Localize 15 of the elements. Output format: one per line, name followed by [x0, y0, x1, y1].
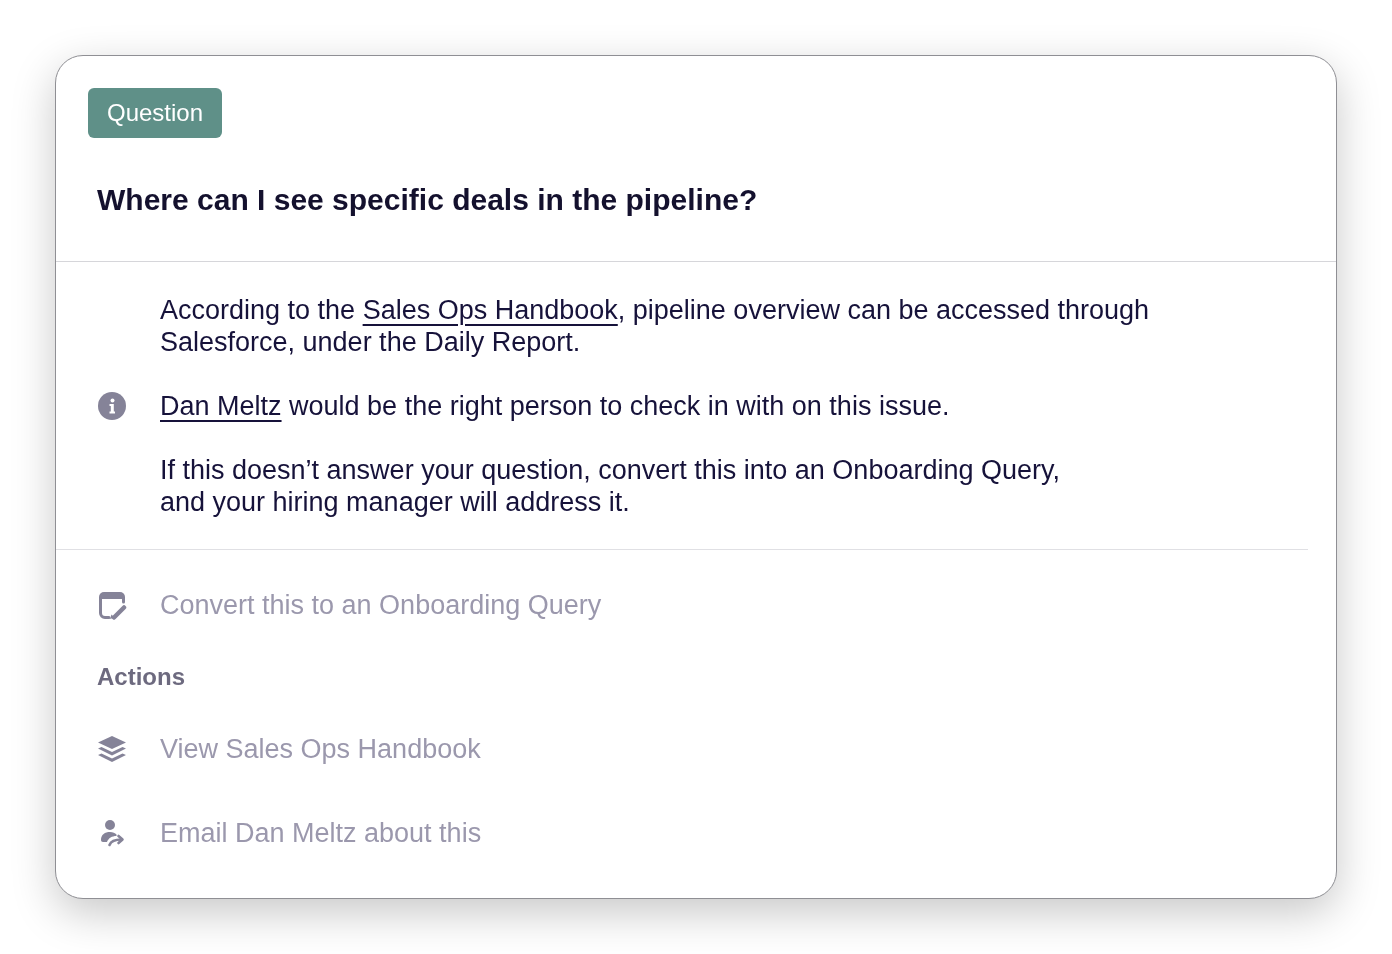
answer-paragraph: Dan Meltz would be the right person to check in with on this issue.: [160, 390, 950, 422]
action-link[interactable]: Email Dan Meltz about this: [97, 817, 482, 849]
person-arrow-icon: [100, 819, 126, 847]
answer-paragraph: If this doesn’t answer your question, convert this into an Onboarding Query, and your hiring manager will address it.: [160, 454, 1060, 518]
text-link[interactable]: Dan Meltz: [160, 391, 282, 421]
info-icon: [98, 392, 126, 420]
layers-icon: [97, 735, 127, 763]
section-heading: Actions: [97, 663, 185, 691]
answer-paragraph: According to the Sales Ops Handbook, pipeline overview can be accessed through Salesforce, under the Daily Report.: [160, 294, 1150, 358]
pencil-square-icon: [97, 590, 127, 620]
question-title: Where can I see specific deals in the pipeline?: [97, 182, 758, 218]
category-tag: Question: [88, 88, 223, 138]
action-link[interactable]: View Sales Ops Handbook: [97, 733, 482, 765]
convert-button[interactable]: Convert this to an Onboarding Query: [97, 589, 602, 621]
text-link[interactable]: Sales Ops Handbook: [362, 295, 618, 325]
